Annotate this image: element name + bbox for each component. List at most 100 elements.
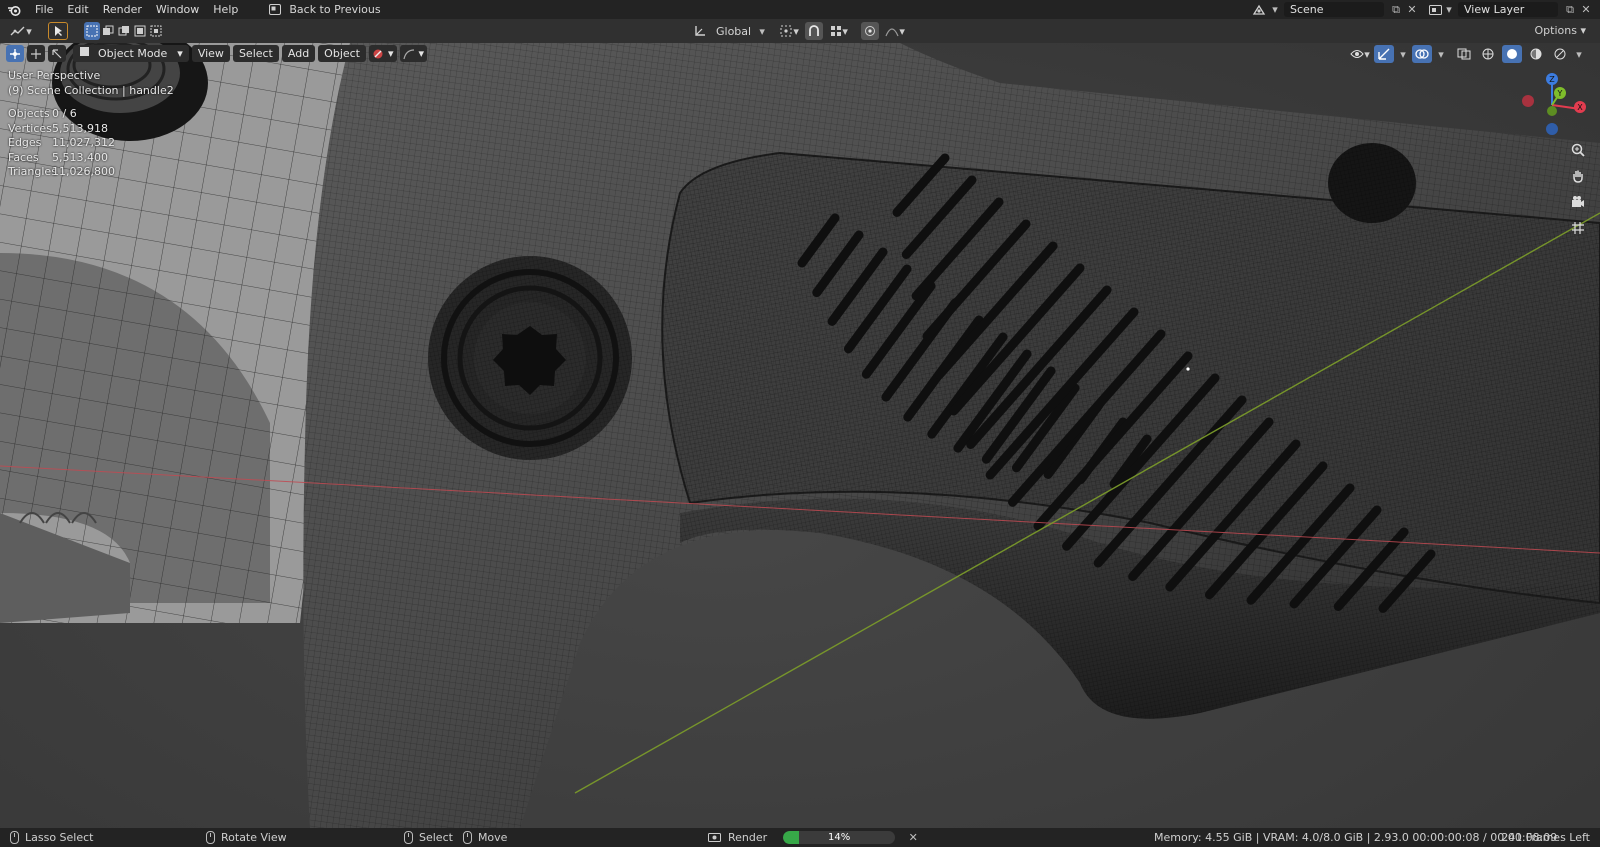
view-layer-field[interactable]: View Layer: [1458, 2, 1558, 17]
cancel-render-icon[interactable]: ✕: [905, 830, 921, 846]
select-box-extend-icon[interactable]: [100, 22, 116, 40]
frames-left: 241 Frames Left: [1501, 831, 1590, 844]
navigation-gizmo[interactable]: Z Y X: [1522, 71, 1586, 135]
memory-info: Memory: 4.55 GiB | VRAM: 4.0/8.0 GiB | 2…: [1154, 831, 1558, 844]
editor-type-icon[interactable]: ▾: [8, 22, 34, 40]
close-icon[interactable]: ✕: [1578, 2, 1594, 18]
wireframe-shading-icon[interactable]: [1478, 45, 1498, 63]
stat-label: Edges: [8, 136, 42, 150]
material-shading-icon[interactable]: [1526, 45, 1546, 63]
xray-toggle-icon[interactable]: [1454, 45, 1474, 63]
render-job: Render 14% ✕: [706, 828, 921, 847]
chevron-down-icon[interactable]: ▾: [1436, 46, 1446, 62]
chevron-down-icon: ▾: [1580, 24, 1586, 37]
overlays-toggle-icon[interactable]: [1412, 45, 1432, 63]
blender-logo-icon[interactable]: [0, 0, 28, 19]
new-view-layer-icon[interactable]: ⧉: [1562, 2, 1578, 18]
menu-select[interactable]: Select: [232, 45, 279, 62]
stat-row: Objects 0 / 6: [8, 107, 115, 122]
viewport-navigation-tools: [1566, 139, 1590, 239]
menu-edit[interactable]: Edit: [60, 0, 95, 19]
select-tool-icon[interactable]: [48, 22, 68, 40]
visibility-icon[interactable]: ▾: [1350, 45, 1370, 63]
view-layer-icon[interactable]: [1428, 2, 1444, 18]
top-right-controls: ▾ Scene ⧉ ✕ ▾ View Layer ⧉ ✕: [1248, 0, 1600, 19]
select-box-intersect-icon[interactable]: [148, 22, 164, 40]
menu-help[interactable]: Help: [206, 0, 245, 19]
options-dropdown[interactable]: Options ▾: [1535, 24, 1586, 37]
origin-affect-icon[interactable]: [27, 45, 45, 62]
render-label: Render: [728, 831, 768, 844]
falloff-curve-icon[interactable]: ▾: [885, 22, 905, 40]
close-icon[interactable]: ✕: [1404, 2, 1420, 18]
perspective-toggle-icon[interactable]: [1566, 217, 1590, 239]
new-scene-icon[interactable]: ⧉: [1388, 2, 1404, 18]
snap-icon[interactable]: [805, 22, 824, 40]
stat-row: Vertices 5,513,918: [8, 122, 115, 137]
stat-label: Vertices: [8, 121, 52, 135]
menu-add[interactable]: Add: [281, 45, 316, 62]
parent-affect-icon[interactable]: [48, 45, 66, 62]
snap-target-icon[interactable]: ▾: [829, 22, 849, 40]
pivot-point-icon[interactable]: ▾: [779, 22, 799, 40]
back-to-previous-button[interactable]: Back to Previous: [261, 0, 386, 19]
stat-value: 0 / 6: [52, 107, 77, 120]
status-frames: 241 Frames Left: [1501, 828, 1590, 847]
status-bar: Lasso Select Rotate View Select Move Ren…: [0, 828, 1600, 847]
lasso-select-label: Lasso Select: [25, 831, 94, 844]
render-icon: [706, 830, 722, 846]
scene-icon[interactable]: [1248, 2, 1270, 18]
zoom-icon[interactable]: [1566, 139, 1590, 161]
menu-file[interactable]: File: [28, 0, 60, 19]
stat-value: 5,513,918: [52, 121, 108, 135]
scene-name-field[interactable]: Scene: [1284, 2, 1384, 17]
viewport-display-controls: ▾ ▾ ▾ ▾: [1350, 45, 1584, 63]
chevron-down-icon[interactable]: ▾: [1270, 2, 1280, 18]
select-box-subtract-icon[interactable]: [116, 22, 132, 40]
mouse-middle-icon: [206, 831, 215, 844]
menu-object[interactable]: Object: [318, 45, 366, 62]
select-label: Select: [419, 831, 453, 844]
transform-orientation-icon[interactable]: [690, 22, 710, 40]
status-lasso: Lasso Select: [10, 828, 94, 847]
y-axis-label: Y: [1557, 89, 1563, 98]
chevron-down-icon[interactable]: ▾: [1444, 2, 1454, 18]
camera-view-icon[interactable]: [1566, 191, 1590, 213]
chevron-down-icon[interactable]: ▾: [1398, 46, 1408, 62]
chevron-down-icon[interactable]: ▾: [1574, 46, 1584, 62]
transform-orientation-value[interactable]: Global: [716, 25, 751, 38]
status-select: Select Move: [404, 828, 507, 847]
mouse-left-icon: [10, 831, 19, 844]
stat-label: Objects: [8, 107, 50, 120]
menu-window[interactable]: Window: [149, 0, 206, 19]
viewport-header: Object Mode ▾ View Select Add Object ▾ ▾: [6, 45, 428, 62]
pan-hand-icon[interactable]: [1566, 165, 1590, 187]
status-rotate: Rotate View: [206, 828, 287, 847]
negative-z-axis-icon[interactable]: [1546, 123, 1558, 135]
object-mode-icon: [79, 45, 90, 62]
menu-view[interactable]: View: [191, 45, 230, 62]
gizmo-toggle-icon[interactable]: [1374, 45, 1394, 63]
proportional-editing-icon[interactable]: [861, 22, 880, 40]
select-box-invert-icon[interactable]: [132, 22, 148, 40]
chevron-down-icon: ▾: [177, 47, 183, 60]
negative-y-axis-icon[interactable]: [1547, 106, 1557, 116]
transform-affect-icon[interactable]: [6, 45, 24, 62]
mouse-drag-icon: [462, 831, 472, 844]
rotate-view-label: Rotate View: [221, 831, 287, 844]
stat-value: 5,513,400: [52, 150, 108, 164]
stat-row: Edges 11,027,312: [8, 136, 115, 151]
curve-icon[interactable]: ▾: [399, 45, 428, 62]
rendered-shading-icon[interactable]: [1550, 45, 1570, 63]
solid-shading-icon[interactable]: [1502, 45, 1522, 63]
select-box-new-icon[interactable]: [84, 22, 100, 40]
3d-viewport[interactable]: Object Mode ▾ View Select Add Object ▾ ▾…: [0, 43, 1600, 828]
menu-render[interactable]: Render: [96, 0, 149, 19]
status-info: Memory: 4.55 GiB | VRAM: 4.0/8.0 GiB | 2…: [1154, 828, 1557, 847]
object-mode-dropdown[interactable]: Object Mode ▾: [73, 45, 189, 62]
render-progress-text: 14%: [828, 832, 851, 843]
grease-pencil-icon[interactable]: ▾: [369, 45, 397, 62]
chevron-down-icon[interactable]: ▾: [757, 23, 767, 39]
negative-x-axis-icon[interactable]: [1522, 95, 1534, 107]
stat-row: Faces 5,513,400: [8, 151, 115, 166]
